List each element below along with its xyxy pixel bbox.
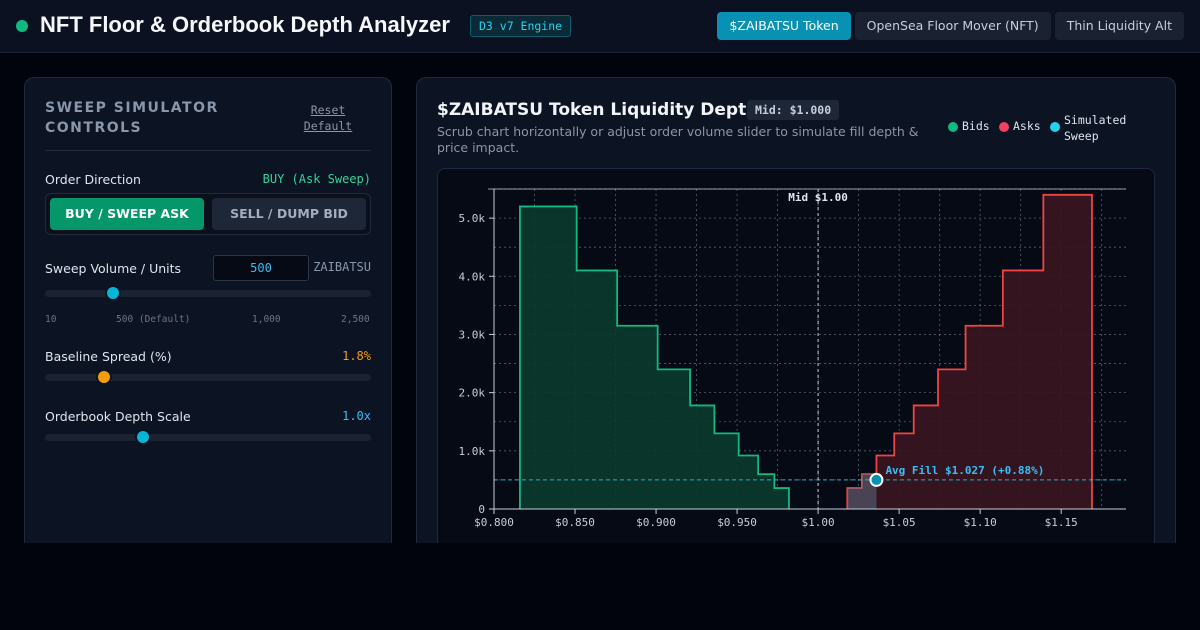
app-title: NFT Floor & Orderbook Depth Analyzer — [40, 12, 450, 37]
x-tick-label: $0.950 — [717, 516, 757, 529]
sweep-volume-slider-thumb[interactable] — [105, 285, 122, 301]
app-header: NFT Floor & Orderbook Depth Analyzer D3 … — [0, 0, 1200, 53]
y-tick-label: 4.0k — [459, 270, 486, 283]
mid-price-badge: Mid: $1.000 — [747, 100, 840, 120]
baseline-spread-value: 1.8% — [342, 349, 371, 363]
legend-bids-swatch — [948, 122, 958, 132]
depth-scale-value: 1.0x — [342, 409, 371, 423]
volume-tick-mid: 1,000 — [252, 314, 281, 325]
engine-badge: D3 v7 Engine — [470, 15, 572, 37]
sweep-volume-label: Sweep Volume / Units — [45, 261, 182, 276]
sell-dump-bid-button[interactable]: SELL / DUMP BID — [212, 198, 366, 230]
y-tick-label: 0 — [478, 503, 485, 516]
legend-bids-label: Bids — [962, 119, 990, 133]
y-tick-label: 1.0k — [459, 445, 486, 458]
sweep-volume-input[interactable] — [213, 255, 309, 281]
legend-asks-swatch — [999, 122, 1009, 132]
sweep-volume-unit: ZAIBATSU — [313, 260, 371, 274]
x-tick-label: $1.15 — [1045, 516, 1078, 529]
sweep-controls-panel: SWEEP SIMULATOR CONTROLS Reset Default O… — [24, 77, 392, 557]
tab-opensea-floor-mover[interactable]: OpenSea Floor Mover (NFT) — [854, 12, 1051, 40]
viewport-cutoff — [0, 543, 1200, 630]
y-tick-label: 2.0k — [459, 387, 486, 400]
chart-title: $ZAIBATSU Token Liquidity Depth — [437, 100, 759, 120]
divider — [45, 150, 371, 151]
order-direction-toggle: BUY / SWEEP ASK SELL / DUMP BID — [45, 193, 371, 235]
x-tick-label: $1.00 — [802, 516, 835, 529]
volume-tick-max: 2,500 — [341, 314, 370, 325]
x-tick-label: $1.05 — [883, 516, 916, 529]
y-tick-label: 3.0k — [459, 328, 486, 341]
bid-depth-area — [519, 205, 790, 509]
depth-scale-slider-thumb[interactable] — [134, 429, 151, 445]
baseline-spread-label: Baseline Spread (%) — [45, 349, 172, 364]
legend-asks-label: Asks — [1013, 119, 1041, 133]
order-direction-value: BUY (Ask Sweep) — [262, 172, 371, 186]
depth-scale-label: Orderbook Depth Scale — [45, 409, 191, 424]
ask-depth-area — [846, 193, 1093, 509]
x-tick-label: $0.800 — [474, 516, 514, 529]
x-tick-label: $0.900 — [636, 516, 676, 529]
baseline-spread-slider-thumb[interactable] — [95, 369, 112, 385]
asset-tabs: $ZAIBATSU Token OpenSea Floor Mover (NFT… — [717, 12, 1184, 40]
tab-zaibatsu-token[interactable]: $ZAIBATSU Token — [717, 12, 851, 40]
depth-chart-frame[interactable]: Mid $1.00 Avg Fill $1.027 (+0.88%) 0 1.0k 2.… — [437, 168, 1155, 548]
y-tick-label: 5.0k — [459, 212, 486, 225]
liquidity-depth-panel: $ZAIBATSU Token Liquidity Depth Mid: $1.… — [416, 77, 1176, 557]
legend-sweep-swatch — [1050, 122, 1060, 132]
baseline-spread-slider[interactable] — [45, 369, 371, 385]
volume-tick-min: 10 — [45, 314, 57, 325]
reset-default-link[interactable]: Reset Default — [297, 102, 359, 134]
depth-scale-slider[interactable] — [45, 429, 371, 445]
x-tick-label: $1.10 — [964, 516, 997, 529]
legend-sweep-label: Simulated Sweep — [1064, 113, 1127, 143]
chart-subtitle: Scrub chart horizontally or adjust order… — [437, 124, 919, 155]
avg-fill-marker[interactable] — [869, 472, 884, 487]
controls-title: SWEEP SIMULATOR CONTROLS — [45, 100, 219, 136]
sweep-volume-slider[interactable] — [45, 285, 371, 301]
tab-thin-liquidity-alt[interactable]: Thin Liquidity Alt — [1054, 12, 1184, 40]
volume-tick-default: 500 (Default) — [116, 314, 191, 325]
mid-price-label: Mid $1.00 — [788, 191, 848, 204]
avg-fill-label: Avg Fill $1.027 (+0.88%) — [885, 464, 1044, 477]
x-tick-label: $0.850 — [555, 516, 595, 529]
depth-chart[interactable]: Mid $1.00 Avg Fill $1.027 (+0.88%) 0 1.0k 2.… — [438, 169, 1155, 548]
status-indicator-icon — [16, 20, 28, 32]
buy-sweep-ask-button[interactable]: BUY / SWEEP ASK — [50, 198, 204, 230]
order-direction-label: Order Direction — [45, 172, 141, 187]
